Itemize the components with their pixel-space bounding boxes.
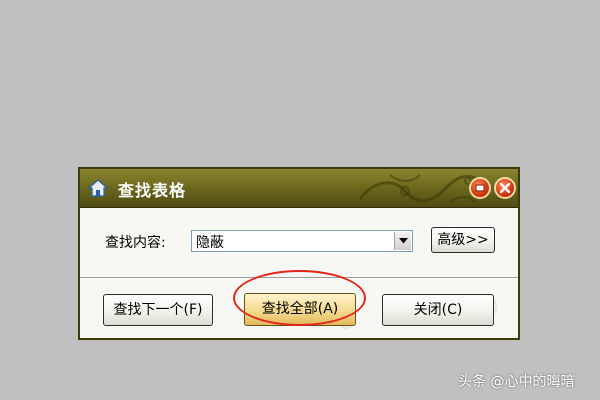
search-value: 隐蔽 xyxy=(196,235,224,251)
dropdown-arrow-button[interactable] xyxy=(394,232,411,250)
chevron-down-icon xyxy=(398,238,408,244)
close-button[interactable]: 关闭(C) xyxy=(382,294,494,326)
find-next-button[interactable]: 查找下一个(F) xyxy=(103,294,213,326)
dialog-title: 查找表格 xyxy=(118,181,187,200)
close-window-button[interactable] xyxy=(494,177,516,199)
minimize-icon xyxy=(475,184,485,192)
highlight-annotation xyxy=(233,270,366,326)
minimize-button[interactable] xyxy=(469,177,491,199)
close-icon xyxy=(499,182,511,194)
search-combobox[interactable]: 隐蔽 xyxy=(191,230,413,252)
watermark: 头条 @心中的晦暗 xyxy=(458,374,575,390)
advanced-button[interactable]: 高级>> xyxy=(431,227,495,253)
house-icon xyxy=(88,179,108,197)
search-label: 查找内容: xyxy=(105,235,166,251)
dialog-titlebar[interactable]: 查找表格 xyxy=(80,169,518,208)
